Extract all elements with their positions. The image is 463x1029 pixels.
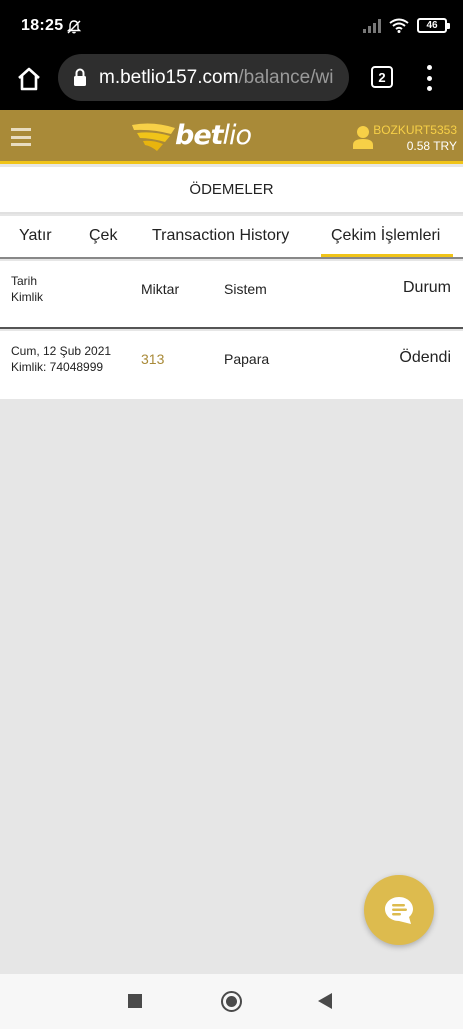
tab-deposit[interactable]: Yatır bbox=[19, 227, 52, 245]
address-bar[interactable]: m.betlio157.com/balance/wi bbox=[58, 54, 349, 101]
logo-wing-icon bbox=[132, 123, 175, 151]
header-amount: Miktar bbox=[141, 281, 180, 297]
lock-icon bbox=[74, 68, 86, 86]
hamburger-menu-icon[interactable] bbox=[11, 128, 31, 146]
url-path: /balance/wi bbox=[238, 67, 334, 88]
betlio-logo[interactable]: betlio bbox=[131, 120, 261, 154]
logo-text-thin: lio bbox=[222, 120, 253, 151]
tab-count: 2 bbox=[378, 69, 386, 85]
home-icon[interactable] bbox=[15, 65, 43, 93]
tab-switcher-button[interactable]: 2 bbox=[371, 66, 393, 88]
header-status: Durum bbox=[402, 279, 451, 296]
row-status: Ödendi bbox=[399, 349, 451, 366]
home-nav-icon[interactable] bbox=[221, 991, 242, 1012]
active-tab-indicator bbox=[321, 254, 453, 257]
tab-withdrawal-transactions[interactable]: Çekim İşlemleri bbox=[331, 227, 440, 245]
user-icon[interactable] bbox=[352, 125, 374, 149]
account-balance: 0.58 TRY bbox=[406, 139, 457, 153]
username[interactable]: BOZKURT5353 bbox=[373, 123, 457, 137]
browser-menu-icon[interactable] bbox=[424, 65, 434, 91]
page-title: ÖDEMELER bbox=[0, 167, 463, 214]
recents-icon[interactable] bbox=[128, 994, 142, 1008]
table-row: Cum, 12 Şub 2021 Kimlik: 74048999 313 Pa… bbox=[0, 331, 463, 399]
site-header: betlio BOZKURT5353 0.58 TRY bbox=[0, 110, 463, 164]
chat-icon bbox=[385, 897, 413, 924]
row-id: Kimlik: 74048999 bbox=[11, 360, 104, 374]
logo-text-bold: bet bbox=[175, 120, 224, 151]
signal-icon bbox=[363, 18, 381, 33]
tab-transaction-history[interactable]: Transaction History bbox=[152, 227, 289, 245]
status-bar: 18:25 46 bbox=[0, 0, 463, 53]
back-icon[interactable] bbox=[318, 993, 332, 1009]
battery-icon: 46 bbox=[417, 18, 450, 33]
url-domain: m.betlio157.com bbox=[99, 67, 239, 88]
tab-bar: Yatır Çek Transaction History Çekim İşle… bbox=[0, 216, 463, 259]
header-system: Sistem bbox=[224, 281, 267, 297]
tab-withdraw[interactable]: Çek bbox=[89, 227, 117, 245]
row-amount: 313 bbox=[141, 351, 165, 367]
logo-text: betlio bbox=[175, 120, 253, 151]
clock: 18:25 bbox=[21, 17, 64, 34]
browser-toolbar: m.betlio157.com/balance/wi 2 bbox=[0, 53, 463, 110]
row-system: Papara bbox=[224, 351, 270, 367]
url-text: m.betlio157.com/balance/wi bbox=[99, 67, 333, 89]
row-date: Cum, 12 Şub 2021 bbox=[11, 344, 112, 358]
header-id: Kimlik bbox=[11, 290, 43, 304]
battery-level: 46 bbox=[426, 20, 438, 31]
system-nav-bar bbox=[0, 974, 463, 1029]
table-header: Tarih Kimlik Miktar Sistem Durum bbox=[0, 261, 463, 329]
wifi-icon bbox=[389, 18, 409, 33]
do-not-disturb-icon bbox=[66, 20, 82, 34]
chat-button[interactable] bbox=[364, 875, 434, 945]
header-date: Tarih bbox=[11, 274, 38, 288]
